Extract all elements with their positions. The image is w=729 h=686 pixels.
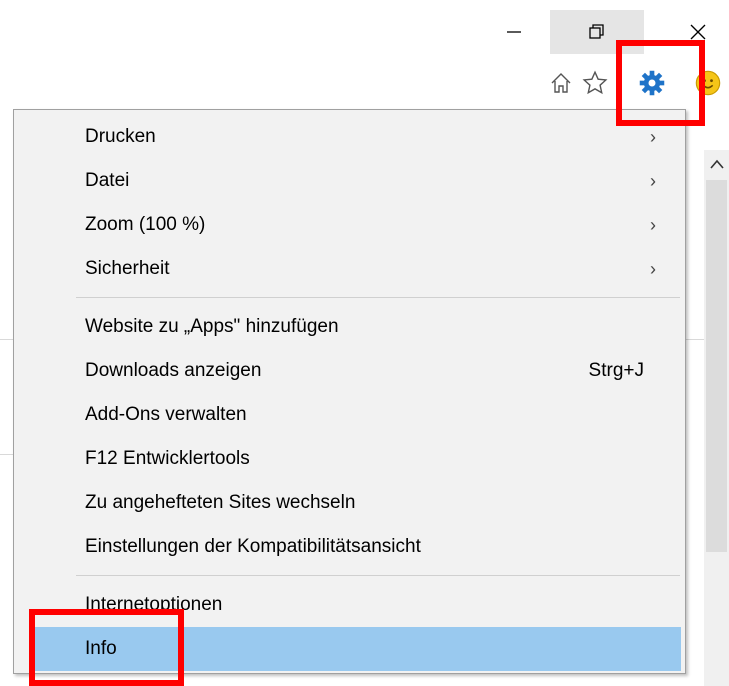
menu-item-manage-addons[interactable]: Add-Ons verwalten [15, 393, 684, 437]
submenu-arrow-icon: › [650, 170, 656, 191]
smiley-feedback-icon [695, 70, 721, 96]
submenu-arrow-icon: › [650, 126, 656, 147]
menu-item-drucken[interactable]: Drucken › [15, 115, 684, 159]
menu-item-info[interactable]: Info [34, 627, 681, 671]
menu-item-devtools[interactable]: F12 Entwicklertools [15, 437, 684, 481]
chevron-up-icon [709, 159, 724, 169]
submenu-arrow-icon: › [650, 258, 656, 279]
page-divider-small [0, 454, 14, 455]
close-icon [690, 24, 705, 40]
menu-separator [76, 297, 680, 298]
gear-icon [639, 70, 665, 96]
menu-separator [76, 575, 680, 576]
menu-item-internet-options[interactable]: Internetoptionen [15, 583, 684, 627]
menu-item-label: Internetoptionen [85, 594, 223, 615]
restore-icon [589, 24, 604, 39]
tools-menu: Drucken › Datei › Zoom (100 %) › Sicherh… [13, 109, 686, 674]
scrollbar-thumb[interactable] [706, 180, 727, 552]
home-button[interactable] [543, 64, 579, 102]
submenu-arrow-icon: › [650, 214, 656, 235]
menu-item-shortcut: Strg+J [588, 360, 644, 381]
menu-item-label: Add-Ons verwalten [85, 404, 247, 425]
favorites-star-icon [582, 70, 608, 95]
menu-item-label: Einstellungen der Kompatibilitätsansicht [85, 536, 421, 557]
home-icon [551, 73, 571, 93]
menu-item-label: F12 Entwicklertools [85, 448, 250, 469]
menu-item-label: Sicherheit [85, 258, 170, 279]
menu-item-sicherheit[interactable]: Sicherheit › [15, 247, 684, 291]
menu-item-compatibility-view[interactable]: Einstellungen der Kompatibilitätsansicht [15, 525, 684, 569]
favorites-button[interactable] [577, 64, 613, 102]
restore-button[interactable] [550, 10, 644, 54]
menu-item-label: Datei [85, 170, 130, 191]
menu-item-label: Info [85, 638, 117, 659]
menu-item-pinned-sites[interactable]: Zu angehefteten Sites wechseln [15, 481, 684, 525]
menu-item-label: Drucken [85, 126, 156, 147]
menu-item-label: Zu angehefteten Sites wechseln [85, 492, 356, 513]
menu-item-label: Zoom (100 %) [85, 214, 206, 235]
feedback-button[interactable] [690, 64, 726, 102]
menu-item-zoom[interactable]: Zoom (100 %) › [15, 203, 684, 247]
menu-item-datei[interactable]: Datei › [15, 159, 684, 203]
minimize-icon [507, 31, 521, 33]
close-button[interactable] [666, 10, 729, 54]
scroll-up-button[interactable] [706, 150, 727, 178]
menu-item-add-to-apps[interactable]: Website zu „Apps" hinzufügen [15, 305, 684, 349]
menu-item-downloads[interactable]: Downloads anzeigen Strg+J [15, 349, 684, 393]
tools-button[interactable] [634, 64, 670, 102]
menu-item-label: Downloads anzeigen [85, 360, 262, 381]
minimize-button[interactable] [491, 10, 537, 54]
menu-item-label: Website zu „Apps" hinzufügen [85, 316, 339, 337]
